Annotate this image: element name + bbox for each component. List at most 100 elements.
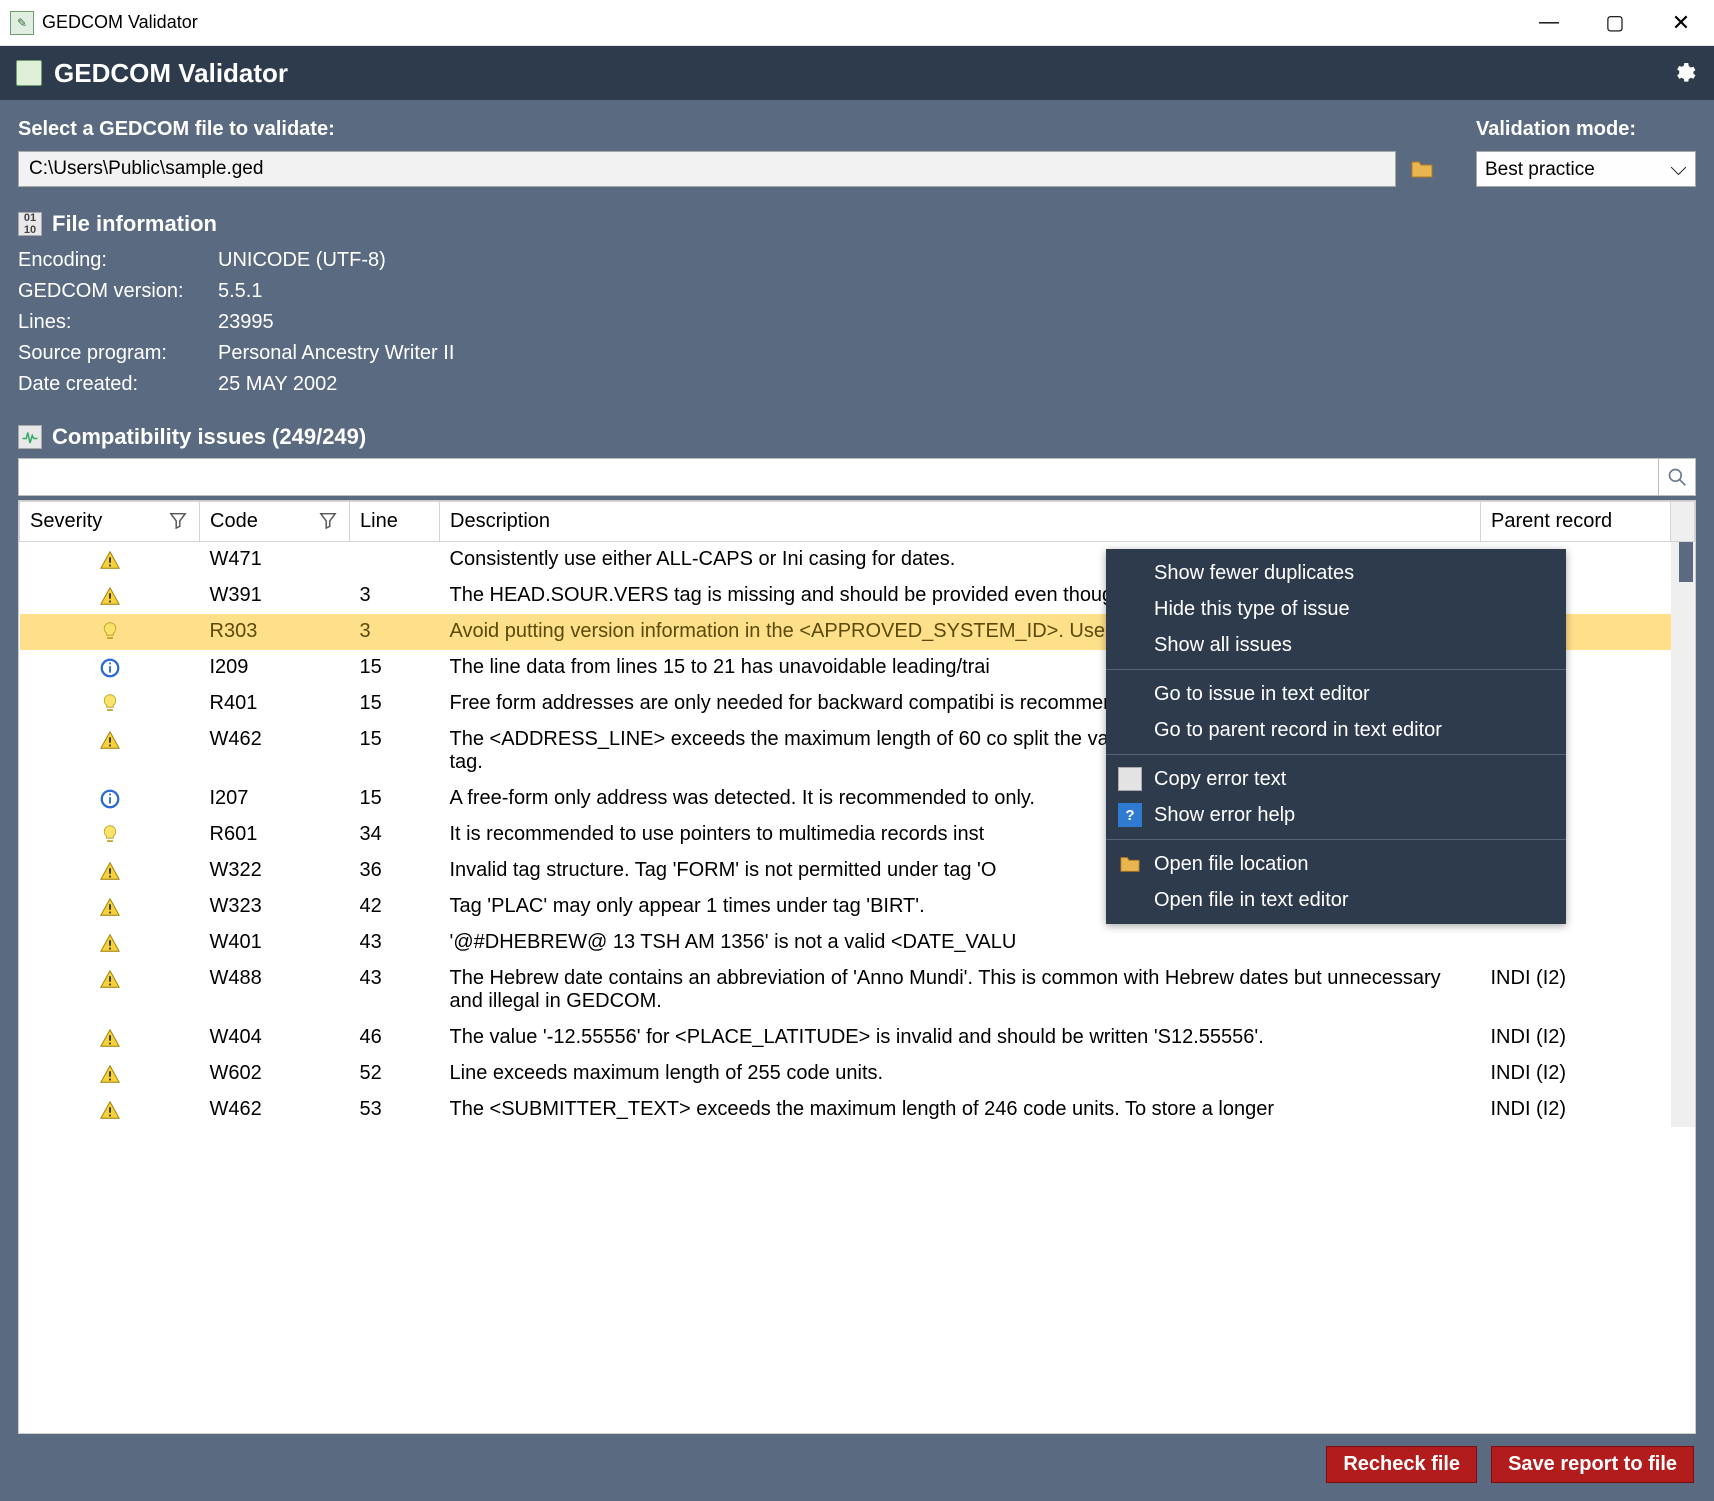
maximize-button[interactable]: ▢ [1582, 0, 1648, 46]
scroll-thumb[interactable] [1679, 542, 1693, 582]
info-icon [99, 788, 121, 810]
table-row[interactable]: W40446The value '-12.55556' for <PLACE_L… [20, 1020, 1695, 1056]
code-cell: R401 [200, 686, 350, 722]
encoding-key: Encoding: [18, 249, 218, 272]
code-cell: W462 [200, 722, 350, 781]
file-info-grid: Encoding: UNICODE (UTF-8) GEDCOM version… [18, 249, 1696, 396]
ctx-goto-parent[interactable]: Go to parent record in text editor [1106, 712, 1566, 748]
severity-cell [20, 1092, 200, 1128]
col-line[interactable]: Line [350, 502, 440, 542]
select-file-label: Select a GEDCOM file to validate: [18, 118, 1436, 141]
parent-cell: INDI (I2) [1481, 1056, 1671, 1092]
severity-cell [20, 1020, 200, 1056]
code-cell: W462 [200, 1092, 350, 1128]
description-cell: The <SUBMITTER_TEXT> exceeds the maximum… [440, 1092, 1481, 1128]
line-cell: 36 [350, 853, 440, 889]
ctx-goto-issue[interactable]: Go to issue in text editor [1106, 676, 1566, 712]
parent-cell: INDI (I2) [1481, 961, 1671, 1020]
parent-cell: INDI (I2) [1481, 1020, 1671, 1056]
severity-cell [20, 817, 200, 853]
warning-icon [99, 549, 121, 571]
ctx-show-fewer-duplicates[interactable]: Show fewer duplicates [1106, 555, 1566, 591]
ctx-separator [1106, 839, 1566, 840]
code-cell: W323 [200, 889, 350, 925]
ctx-open-file-location[interactable]: Open file location [1106, 846, 1566, 882]
close-button[interactable]: ✕ [1648, 0, 1714, 46]
scrollbar[interactable] [1671, 542, 1695, 1128]
line-cell: 15 [350, 650, 440, 686]
line-cell [350, 542, 440, 578]
save-report-button[interactable]: Save report to file [1491, 1446, 1694, 1483]
code-cell: W602 [200, 1056, 350, 1092]
code-cell: W401 [200, 925, 350, 961]
line-cell: 43 [350, 961, 440, 1020]
compatibility-issues-header: Compatibility issues (249/249) [52, 424, 366, 450]
app-title: GEDCOM Validator [54, 58, 288, 89]
code-cell: I207 [200, 781, 350, 817]
severity-cell [20, 925, 200, 961]
warning-icon [99, 1063, 121, 1085]
main-panel: Select a GEDCOM file to validate: Valida… [0, 100, 1714, 1501]
app-icon: ✎ [10, 11, 34, 35]
col-code[interactable]: Code [200, 502, 350, 542]
search-button[interactable] [1658, 458, 1696, 496]
line-cell: 3 [350, 614, 440, 650]
code-cell: W471 [200, 542, 350, 578]
table-row[interactable]: W48843The Hebrew date contains an abbrev… [20, 961, 1695, 1020]
line-cell: 52 [350, 1056, 440, 1092]
title-bar: ✎ GEDCOM Validator — ▢ ✕ [0, 0, 1714, 46]
info-icon [99, 657, 121, 679]
filter-icon[interactable] [319, 510, 337, 536]
line-cell: 3 [350, 578, 440, 614]
line-cell: 34 [350, 817, 440, 853]
description-cell: The value '-12.55556' for <PLACE_LATITUD… [440, 1020, 1481, 1056]
ctx-copy-error-text[interactable]: Copy error text [1106, 761, 1566, 797]
validation-mode-label: Validation mode: [1476, 118, 1696, 141]
severity-cell [20, 578, 200, 614]
issues-table: Severity Code Line Description Parent re… [18, 500, 1696, 1434]
col-description[interactable]: Description [440, 502, 1481, 542]
parent-cell [1481, 925, 1671, 961]
encoding-value: UNICODE (UTF-8) [218, 249, 1696, 272]
severity-cell [20, 686, 200, 722]
table-row[interactable]: W46253The <SUBMITTER_TEXT> exceeds the m… [20, 1092, 1695, 1128]
recheck-file-button[interactable]: Recheck file [1326, 1446, 1477, 1483]
validation-mode-select[interactable]: Best practice [1476, 151, 1696, 187]
copy-icon [1118, 767, 1142, 791]
ctx-show-all-issues[interactable]: Show all issues [1106, 627, 1566, 663]
srcprog-key: Source program: [18, 342, 218, 365]
issues-filter-input[interactable] [18, 458, 1658, 496]
warning-icon [99, 932, 121, 954]
file-path-input[interactable] [18, 151, 1396, 187]
ctx-separator [1106, 754, 1566, 755]
minimize-button[interactable]: — [1516, 0, 1582, 46]
browse-button[interactable] [1408, 155, 1436, 183]
file-information-header: File information [52, 211, 217, 237]
severity-cell [20, 781, 200, 817]
app-header: GEDCOM Validator [0, 46, 1714, 100]
lightbulb-icon [99, 621, 121, 643]
description-cell: Line exceeds maximum length of 255 code … [440, 1056, 1481, 1092]
ctx-hide-this-type[interactable]: Hide this type of issue [1106, 591, 1566, 627]
ctx-show-error-help[interactable]: ?Show error help [1106, 797, 1566, 833]
code-cell: W391 [200, 578, 350, 614]
severity-cell [20, 722, 200, 781]
lines-value: 23995 [218, 311, 1696, 334]
ctx-open-in-text-editor[interactable]: Open file in text editor [1106, 882, 1566, 918]
table-row[interactable]: W40143'@#DHEBREW@ 13 TSH AM 1356' is not… [20, 925, 1695, 961]
col-parent[interactable]: Parent record [1481, 502, 1671, 542]
help-icon: ? [1118, 803, 1142, 827]
severity-cell [20, 961, 200, 1020]
line-cell: 42 [350, 889, 440, 925]
warning-icon [99, 1027, 121, 1049]
col-severity[interactable]: Severity [20, 502, 200, 542]
warning-icon [99, 860, 121, 882]
line-cell: 53 [350, 1092, 440, 1128]
table-row[interactable]: W60252Line exceeds maximum length of 255… [20, 1056, 1695, 1092]
description-cell: The Hebrew date contains an abbreviation… [440, 961, 1481, 1020]
filter-icon[interactable] [169, 510, 187, 536]
settings-button[interactable] [1670, 59, 1698, 87]
lightbulb-icon [99, 693, 121, 715]
scrollbar-track[interactable] [1671, 502, 1695, 542]
severity-cell [20, 853, 200, 889]
